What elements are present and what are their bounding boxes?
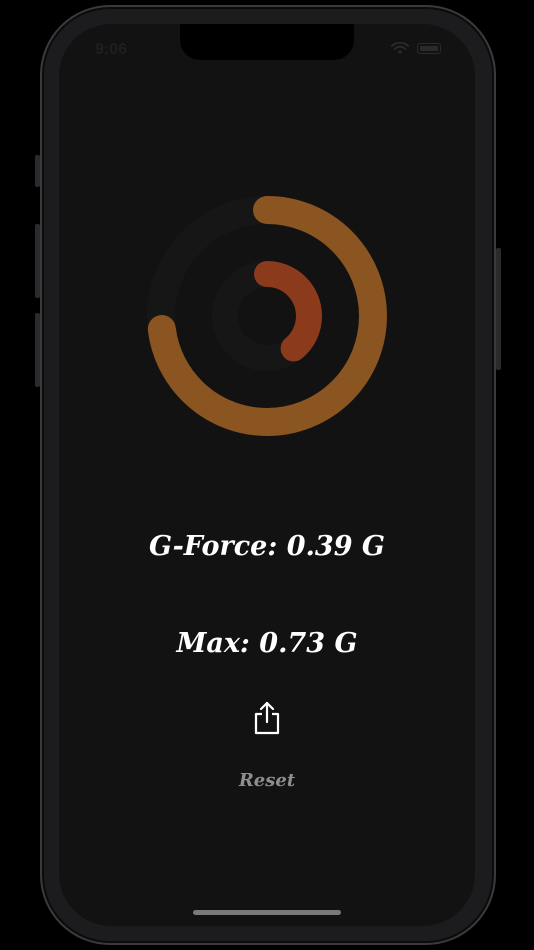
status-time: 9:06 xyxy=(95,41,128,58)
volume-down-button xyxy=(35,313,40,387)
gforce-rings xyxy=(147,196,387,436)
power-button xyxy=(496,248,501,370)
mute-switch xyxy=(35,155,40,187)
status-icons xyxy=(391,42,441,55)
battery-icon xyxy=(417,43,441,54)
wifi-icon xyxy=(391,42,409,55)
screen: 9:06 G-Force: 0.39 G Max: 0.73 G Reset xyxy=(59,24,475,926)
volume-up-button xyxy=(35,224,40,298)
share-icon[interactable] xyxy=(252,700,282,736)
notch xyxy=(180,24,354,60)
gforce-readout: G-Force: 0.39 G xyxy=(149,531,385,562)
home-indicator[interactable] xyxy=(193,910,341,915)
reset-button[interactable]: Reset xyxy=(59,770,475,791)
max-gforce-readout: Max: 0.73 G xyxy=(176,628,358,659)
